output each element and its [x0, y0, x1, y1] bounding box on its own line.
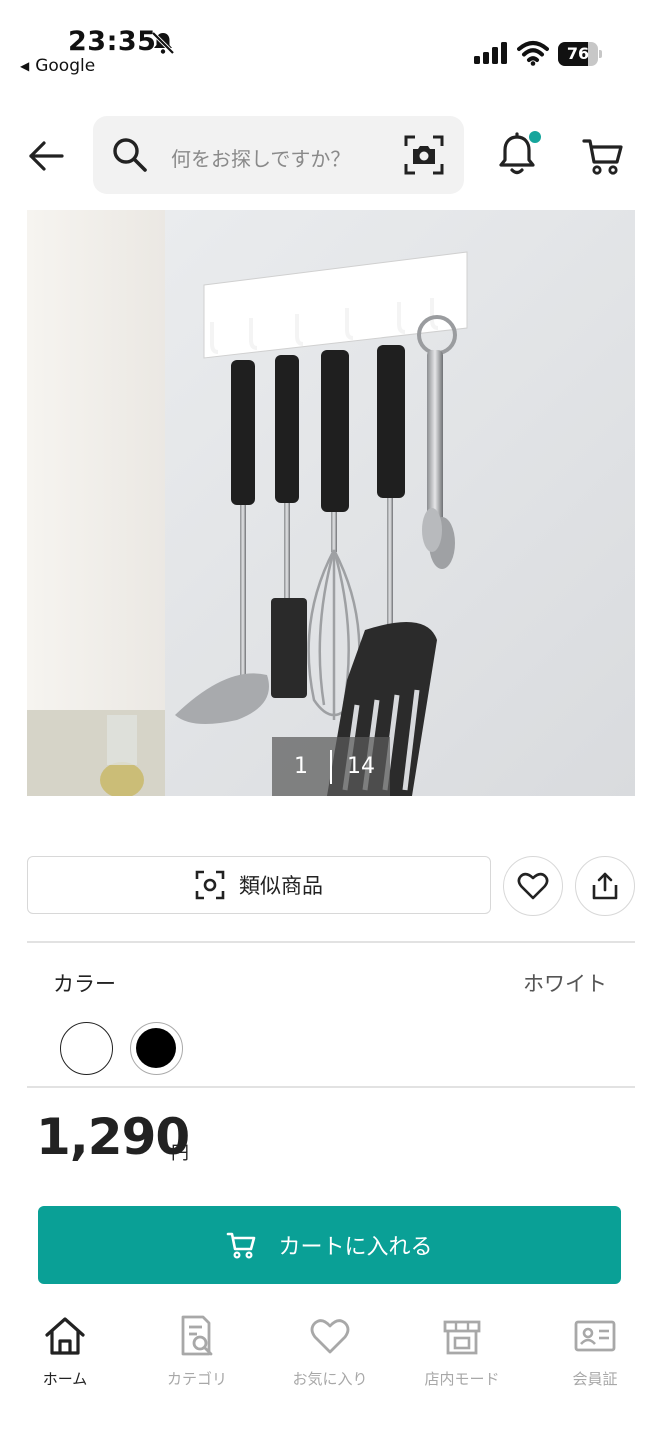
nav-home[interactable]: ホーム	[5, 1314, 125, 1389]
nav-home-label: ホーム	[42, 1370, 88, 1388]
product-photo	[27, 210, 635, 796]
home-icon	[45, 1317, 85, 1355]
battery-indicator: 76	[558, 42, 602, 66]
product-image[interactable]: 1 14	[27, 210, 635, 796]
bottom-nav: ホーム カテゴリ お気に入り 店内モード 会員証	[0, 1300, 662, 1440]
nav-store-mode[interactable]: 店内モード	[402, 1314, 522, 1389]
color-label: カラー	[53, 972, 116, 996]
cart-icon[interactable]	[582, 136, 624, 176]
share-button[interactable]	[575, 856, 635, 916]
color-swatch-black[interactable]	[130, 1022, 183, 1075]
similar-items-button[interactable]: 類似商品	[27, 856, 491, 914]
store-icon	[443, 1320, 481, 1355]
search-placeholder: 何をお探しですか？	[171, 147, 351, 171]
nav-favorites-label: お気に入り	[292, 1370, 368, 1388]
battery-percent: 76	[566, 44, 590, 63]
nav-category-label: カテゴリ	[166, 1370, 227, 1388]
back-triangle-icon: ◀	[20, 59, 30, 73]
share-icon	[592, 872, 618, 900]
back-app-label: Google	[35, 56, 96, 76]
image-total: 14	[347, 754, 375, 779]
price-unit: 円	[171, 1143, 189, 1164]
nav-favorites[interactable]: お気に入り	[270, 1314, 390, 1389]
color-swatch-white[interactable]	[60, 1022, 113, 1075]
nav-store-label: 店内モード	[424, 1370, 500, 1388]
similar-items-label: 類似商品	[239, 874, 323, 898]
image-counter: 1 14	[272, 737, 390, 796]
heart-icon	[517, 872, 549, 900]
divider	[27, 1086, 635, 1088]
selected-color-value: ホワイト	[523, 972, 607, 996]
image-index: 1	[294, 754, 308, 779]
search-input[interactable]: 何をお探しですか？	[93, 116, 464, 194]
wifi-icon	[517, 41, 549, 66]
status-bar: 23:35 ◀ Google 76	[0, 0, 662, 90]
favorite-button[interactable]	[503, 856, 563, 916]
price: 1,290	[36, 1108, 190, 1166]
category-icon	[181, 1315, 213, 1356]
search-icon	[113, 138, 147, 172]
heart-icon	[310, 1319, 350, 1354]
nav-member-card[interactable]: 会員証	[535, 1314, 655, 1389]
image-scan-icon	[195, 870, 225, 900]
nav-member-label: 会員証	[572, 1370, 618, 1388]
cart-icon	[227, 1232, 256, 1259]
member-card-icon	[574, 1320, 616, 1352]
cellular-signal-icon	[474, 42, 507, 64]
nav-category[interactable]: カテゴリ	[137, 1314, 257, 1389]
back-arrow-icon[interactable]	[26, 136, 66, 176]
notification-dot	[529, 131, 541, 143]
bell-off-icon	[151, 31, 175, 55]
header: 何をお探しですか？	[0, 110, 662, 200]
status-time: 23:35	[68, 26, 157, 57]
divider	[27, 941, 635, 943]
add-to-cart-label: カートに入れる	[278, 1235, 433, 1260]
add-to-cart-button[interactable]: カートに入れる	[38, 1206, 621, 1284]
back-to-app-link[interactable]: ◀ Google	[20, 56, 95, 76]
camera-search-icon[interactable]	[403, 134, 445, 176]
